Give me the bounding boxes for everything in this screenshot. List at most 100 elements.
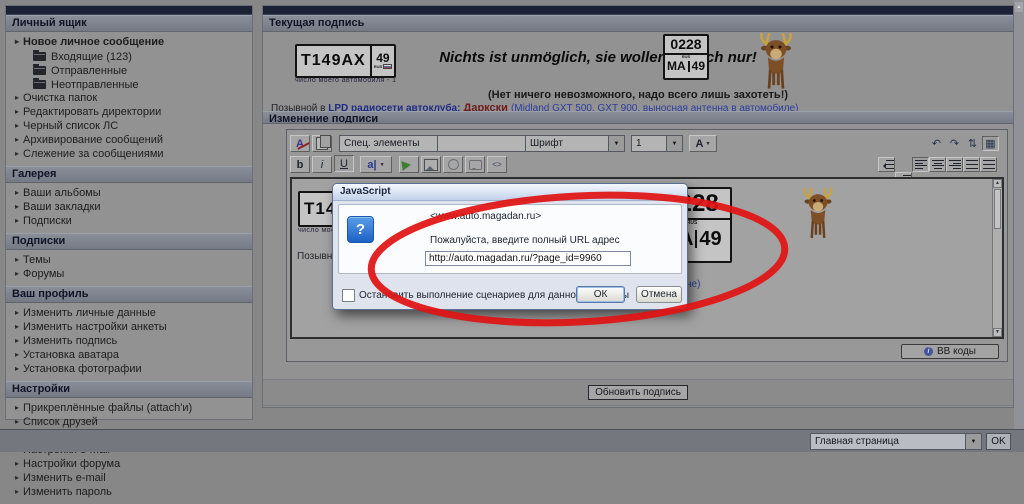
scroll-down-icon[interactable]: ▼ (993, 328, 1002, 337)
insert-smiley-button[interactable] (443, 156, 463, 173)
font-color-button[interactable]: A▼ (689, 135, 717, 152)
unordered-list-button[interactable] (980, 157, 997, 172)
scrollbar-thumb[interactable] (994, 189, 1001, 229)
sidebar-item-sent[interactable]: Отправленные (24, 64, 252, 77)
bold-button[interactable]: b (290, 156, 310, 173)
outdent-button[interactable] (878, 157, 895, 172)
dialog-ok-button[interactable]: ОК (576, 286, 625, 303)
sidebar-item-bookmarks[interactable]: Ваши закладки (6, 201, 252, 214)
current-signature-header: Текущая подпись (263, 15, 1013, 32)
insert-quote-button[interactable] (465, 156, 485, 173)
sidebar-list-private-messages: Новое личное сообщение Входящие (123) От… (6, 32, 252, 166)
chevron-down-icon (965, 434, 981, 449)
insert-link-button[interactable] (399, 156, 419, 173)
bb-codes-button[interactable]: i BB коды (901, 344, 999, 359)
sidebar-list-subscriptions: Темы Форумы (6, 250, 252, 286)
url-input[interactable] (425, 251, 631, 266)
license-plate: Т149АХ 49 RUS (295, 44, 396, 78)
sidebar-item-blacklist[interactable]: Черный список ЛС (6, 120, 252, 133)
sidebar-header-gallery: Галерея (6, 166, 252, 183)
align-left-button[interactable] (912, 157, 929, 172)
image-icon (424, 159, 438, 171)
folder-icon (33, 52, 46, 61)
current-signature-preview: Т149АХ 49 RUS число моего автомобиля - 1… (263, 32, 1013, 114)
info-icon: i (924, 347, 933, 356)
redo-icon: ↷ (950, 137, 959, 150)
outdent-icon (886, 160, 894, 169)
sidebar-item-unsent[interactable]: Неотправленные (24, 78, 252, 91)
sidebar-item-set-avatar[interactable]: Установка аватара (6, 349, 252, 362)
sidebar-item-gallery-subs[interactable]: Подписки (6, 215, 252, 228)
scroll-up-icon[interactable]: ▲ (1015, 2, 1023, 12)
chevron-down-icon: ▼ (706, 141, 711, 147)
sidebar-item-change-email[interactable]: Изменить e-mail (6, 472, 252, 485)
paste-icon (316, 137, 328, 150)
align-left-icon (915, 160, 927, 169)
sidebar-item-new-pm[interactable]: Новое личное сообщение (6, 36, 252, 49)
sidebar-item-clear-folders[interactable]: Очистка папок (6, 92, 252, 105)
question-icon: ? (347, 216, 374, 243)
sidebar-item-forum-settings[interactable]: Настройки форума (6, 458, 252, 471)
sidebar-item-set-photo[interactable]: Установка фотографии (6, 363, 252, 376)
editor-text-fragment: не) (686, 279, 700, 290)
sidebar-header-private-messages: Личный ящик (6, 15, 252, 32)
sidebar-item-friends[interactable]: Список друзей (6, 416, 252, 429)
sidebar-item-edit-signature[interactable]: Изменить подпись (6, 335, 252, 348)
dialog-site-text: <www.auto.magadan.ru> (430, 211, 541, 222)
sort-button[interactable]: ⇅ (964, 136, 981, 151)
align-right-button[interactable] (946, 157, 963, 172)
font-size-select[interactable]: 1 (631, 135, 683, 152)
dialog-prompt-text: Пожалуйста, введите полный URL адрес (430, 235, 620, 246)
smiley-icon (448, 159, 459, 170)
scroll-up-icon[interactable]: ▲ (993, 179, 1002, 188)
update-signature-button[interactable]: Обновить подпись (588, 385, 688, 400)
table-mode-button[interactable]: ▦ (982, 136, 999, 151)
sidebar-item-edit-folders[interactable]: Редактировать директории (6, 106, 252, 119)
quick-navigation-select[interactable]: Главная страница (810, 433, 982, 450)
sidebar-item-track[interactable]: Слежение за сообщениями (6, 148, 252, 161)
editor-scrollbar[interactable]: ▲ ▼ (992, 179, 1002, 337)
sidebar-list-gallery: Ваши альбомы Ваши закладки Подписки (6, 183, 252, 233)
sidebar-item-topics[interactable]: Темы (6, 254, 252, 267)
font-select[interactable] (437, 135, 529, 152)
square-license-plate: 0228 RUS МА 49 (663, 34, 709, 80)
insert-image-button[interactable] (421, 156, 441, 173)
table-icon: ▦ (985, 137, 995, 150)
sidebar-item-albums[interactable]: Ваши альбомы (6, 187, 252, 200)
align-center-icon (932, 160, 944, 169)
insert-code-button[interactable]: <> (487, 156, 507, 173)
stop-scripts-checkbox[interactable] (342, 289, 355, 302)
footer-ok-button[interactable]: OK (986, 433, 1011, 450)
sidebar-item-archive[interactable]: Архивирование сообщений (6, 134, 252, 147)
browser-scrollbar[interactable]: ▲ (1014, 0, 1024, 429)
sidebar-header-subscriptions: Подписки (6, 233, 252, 250)
redo-button[interactable]: ↷ (946, 136, 963, 151)
underline-button[interactable]: U (334, 155, 354, 172)
paste-button[interactable] (312, 135, 332, 152)
folder-icon (33, 80, 46, 89)
sidebar-item-inbox[interactable]: Входящие (123) (24, 50, 252, 63)
sidebar-item-edit-profile[interactable]: Изменить настройки анкеты (6, 321, 252, 334)
unordered-list-icon (983, 160, 995, 169)
remove-format-button[interactable]: A (290, 135, 310, 152)
javascript-prompt-dialog: JavaScript ? <www.auto.magadan.ru> Пожал… (332, 183, 688, 310)
ordered-list-button[interactable] (963, 157, 980, 172)
sidebar-item-forums[interactable]: Форумы (6, 268, 252, 281)
sidebar-item-edit-personal[interactable]: Изменить личные данные (6, 307, 252, 320)
slogan-translation: (Нет ничего невозможного, надо всего лиш… (263, 89, 1013, 101)
sidebar-item-attachments[interactable]: Прикреплённые файлы (attach'и) (6, 402, 252, 415)
align-center-button[interactable] (929, 157, 946, 172)
sidebar-list-profile: Изменить личные данные Изменить настройк… (6, 303, 252, 381)
signature-slogan: Nichts ist unmöglich, sie wollen einfach… (383, 49, 813, 66)
code-icon: <> (492, 160, 501, 169)
quote-icon (469, 160, 482, 170)
user-cp-sidebar: Личный ящик Новое личное сообщение Входя… (5, 5, 253, 420)
wysiwyg-toggle-button[interactable]: a|▼ (360, 156, 392, 173)
sidebar-item-change-password[interactable]: Изменить пароль (6, 486, 252, 499)
sidebar-header-settings: Настройки (6, 381, 252, 398)
font-select[interactable]: Шрифт (525, 135, 625, 152)
italic-button[interactable]: i (312, 156, 332, 173)
dialog-cancel-button[interactable]: Отмена (636, 286, 682, 303)
undo-button[interactable]: ↶ (928, 136, 945, 151)
dialog-title: JavaScript (333, 184, 687, 201)
